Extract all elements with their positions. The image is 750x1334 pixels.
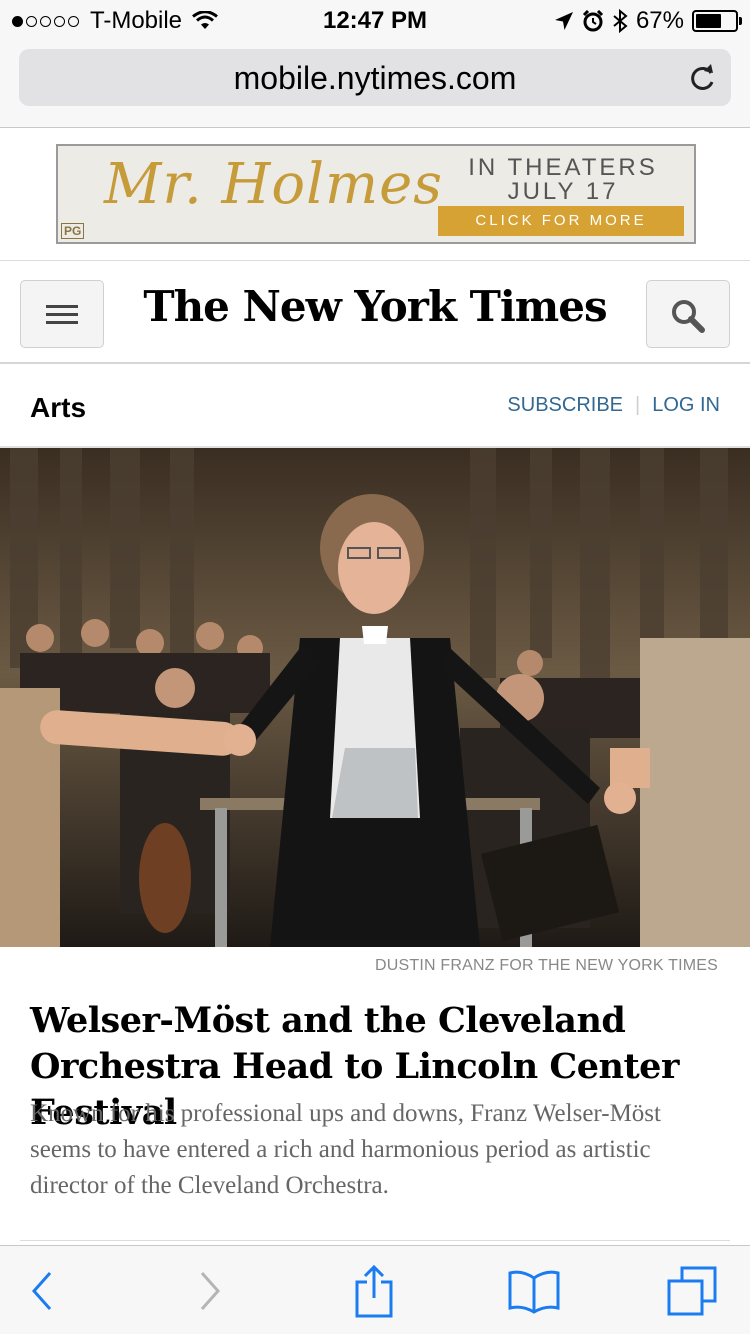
status-right: 67% [554,7,742,35]
section-title[interactable]: Arts [30,392,86,424]
back-icon [31,1271,52,1310]
ad-line-2: JULY 17 [507,178,619,205]
hamburger-icon [46,305,78,329]
location-arrow-icon [554,12,573,30]
share-button[interactable] [334,1246,414,1334]
address-bar[interactable]: mobile.nytimes.com [19,49,731,106]
browser-chrome: T-Mobile 12:47 PM 67% mobile.nytimes.com [0,0,750,128]
photo-credit: DUSTIN FRANZ FOR THE NEW YORK TIMES [374,957,718,974]
ad-area: Mr. Holmes PG IN THEATERS JULY 17 CLICK … [0,129,750,261]
share-icon [355,1264,393,1317]
section-header: Arts SUBSCRIBE | LOG IN [0,364,750,448]
subscribe-link[interactable]: SUBSCRIBE [507,394,623,417]
menu-button[interactable] [20,280,104,348]
url-text[interactable]: mobile.nytimes.com [19,60,731,97]
conductor-photo [0,448,750,947]
ad-cta-button[interactable]: CLICK FOR MORE [438,206,684,236]
tabs-button[interactable] [652,1246,732,1334]
forward-button[interactable] [170,1246,250,1334]
search-icon [672,300,705,333]
login-link[interactable]: LOG IN [652,394,720,417]
search-button[interactable] [646,280,730,348]
battery-percent: 67% [635,7,684,34]
article-summary[interactable]: Known for his professional ups and downs… [30,1096,720,1204]
ad-title: Mr. Holmes [104,152,443,217]
ad-rating-badge: PG [61,223,85,239]
tabs-icon [667,1266,717,1315]
nyt-logo[interactable]: The New York Times [130,282,620,331]
ad-banner[interactable]: Mr. Holmes PG IN THEATERS JULY 17 CLICK … [56,144,696,244]
reload-icon[interactable] [687,62,717,94]
article-photo[interactable] [0,448,750,947]
bookmarks-icon [508,1270,560,1314]
link-separator: | [635,394,641,416]
battery-icon [692,10,742,32]
browser-toolbar [0,1245,750,1334]
bookmarks-button[interactable] [494,1246,574,1334]
masthead: The New York Times [0,262,750,364]
article-divider [20,1240,730,1241]
battery-level-fill [696,14,721,28]
back-button[interactable] [2,1246,82,1334]
forward-icon [200,1271,221,1310]
alarm-icon [582,10,604,32]
bluetooth-icon [613,9,628,33]
status-bar: T-Mobile 12:47 PM 67% [0,0,750,40]
account-links: SUBSCRIBE | LOG IN [507,394,720,417]
